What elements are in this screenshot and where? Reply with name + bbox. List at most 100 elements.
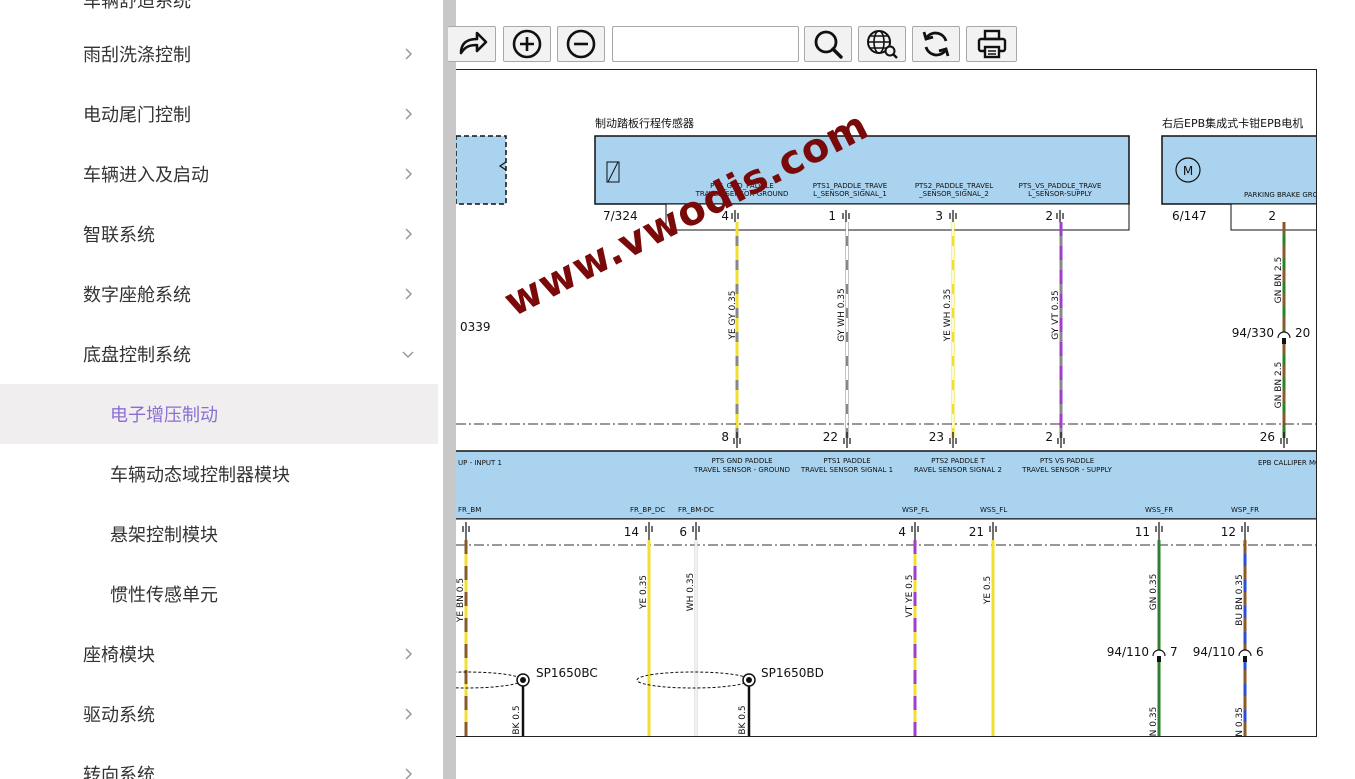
pin-number: 8 (721, 430, 729, 444)
redo-button[interactable] (448, 26, 496, 62)
sidebar-item-label: 底盘控制系统 (83, 345, 191, 366)
splice-id: 94/330 (1232, 326, 1274, 340)
control-module-box (456, 450, 1316, 520)
sidebar-item-tailgate[interactable]: 电动尾门控制 (0, 84, 438, 144)
pin-number: 12 (1221, 525, 1236, 539)
wire-label: GN BN 2.5 (1274, 257, 1284, 304)
pin-number: 2 (1268, 209, 1276, 223)
pin-label-top: PTS2_PADDLE_TRAVEL (915, 182, 993, 190)
wire-label: GN 0.35 (1149, 574, 1159, 611)
redo-icon (459, 31, 487, 55)
sidebar-item-steering[interactable]: 转向系统 (0, 744, 438, 779)
bottom-pin-name: FR_BM-DC (678, 506, 714, 514)
sensor-title: 制动踏板行程传感器 (595, 116, 694, 130)
left-component-fragment (456, 135, 507, 205)
pin-label-bot: TRAVEL SENSOR - GROUND (693, 466, 790, 474)
sidebar-item-label: 悬架控制模块 (110, 525, 218, 546)
chevron-right-icon (405, 768, 413, 779)
print-button[interactable] (966, 26, 1017, 62)
sidebar-item-connected[interactable]: 智联系统 (0, 204, 438, 264)
splice-name: SP1650BD (761, 666, 824, 680)
sidebar-subitem-vdc[interactable]: 车辆动态域控制器模块 (0, 444, 438, 504)
bottom-pin-name: FR_BM (458, 506, 481, 514)
bottom-pin-name: WSP_FR (1231, 506, 1259, 514)
sidebar-item-cockpit[interactable]: 数字座舱系统 (0, 264, 438, 324)
sidebar-subitem-suspension[interactable]: 悬架控制模块 (0, 504, 438, 564)
splice-id: 94/110 (1193, 645, 1235, 659)
sidebar-item-wiper[interactable]: 雨刮洗涤控制 (0, 24, 438, 84)
chevron-right-icon (405, 108, 413, 120)
splice-num: 6 (1256, 645, 1264, 659)
sidebar-item-label: 电子增压制动 (110, 405, 218, 426)
pin-number: 2 (1045, 209, 1053, 223)
pin-label-bot: TRAVEL SENSOR - SUPPLY (1021, 466, 1112, 474)
bottom-pin-name: WSS_FL (980, 506, 1007, 514)
wire-label: GN BN 2.5 (1274, 362, 1284, 409)
sidebar-subitem-imu[interactable]: 惯性传感单元 (0, 564, 438, 624)
pin-label-top: PTS_VS_PADDLE_TRAVE (1019, 182, 1102, 190)
sidebar-item-label: 转向系统 (83, 765, 155, 779)
chevron-right-icon (405, 288, 413, 300)
sidebar-item-label: 驱动系统 (83, 705, 155, 726)
pin-label-top: PTS1_PADDLE_TRAVE (813, 182, 887, 190)
conn-label-339: 0339 (460, 320, 491, 334)
chevron-down-icon (402, 351, 414, 359)
wire-label: YE WH 0.35 (943, 289, 953, 343)
sidebar-splitter[interactable] (443, 0, 456, 779)
sidebar-item-label: 雨刮洗涤控制 (83, 45, 191, 66)
wire-label: WH 0.35 (686, 573, 696, 612)
pin-label-bot: _SENSOR_SIGNAL_2 (918, 190, 989, 198)
splice-num: 20 (1295, 326, 1310, 340)
pin-number: 11 (1135, 525, 1150, 539)
pin-number: 22 (823, 430, 838, 444)
sidebar-item-label: 车辆进入及启动 (83, 165, 209, 186)
wire-label: YE 0.5 (983, 576, 993, 605)
pin-number: 14 (624, 525, 639, 539)
global-search-button[interactable] (858, 26, 906, 62)
search-input[interactable] (612, 26, 799, 62)
bottom-pin-name: WSP_FL (902, 506, 929, 514)
epb-title: 右后EPB集成式卡钳EPB电机 (1162, 116, 1303, 130)
chevron-right-icon (405, 168, 413, 180)
sidebar-item-label: 车辆舒适系统 (83, 0, 191, 12)
pin-number: 2 (1045, 430, 1053, 444)
pin-label-bot: TRAVEL SENSOR SIGNAL 1 (800, 466, 893, 474)
wire-label: GY WH 0.35 (837, 288, 847, 341)
wire-label: BU BN 0.35 (1235, 574, 1245, 625)
sidebar-item-entry-start[interactable]: 车辆进入及启动 (0, 144, 438, 204)
refresh-button[interactable] (912, 26, 960, 62)
wire-label: BN 0.35 (1235, 707, 1245, 736)
sidebar-item-chassis[interactable]: 底盘控制系统 (0, 324, 438, 384)
bottom-pin-name: WSS_FR (1145, 506, 1173, 514)
pin-number: 3 (935, 209, 943, 223)
sidebar-subitem-ebooster[interactable]: 电子增压制动 (0, 384, 438, 444)
search-button[interactable] (804, 26, 852, 62)
motor-symbol: M (1183, 164, 1193, 178)
epb-pin-label: PARKING BRAKE GRO (1244, 191, 1316, 199)
zoom-in-button[interactable] (503, 26, 551, 62)
zoom-out-button[interactable] (557, 26, 605, 62)
chevron-right-icon (405, 48, 413, 60)
pin-label-top: PTS VS PADDLE (1040, 457, 1094, 465)
pin-number: 6 (679, 525, 687, 539)
minus-circle-icon (566, 29, 596, 59)
wire-label: YE GY 0.35 (728, 291, 738, 341)
pin-number: 21 (969, 525, 984, 539)
plus-circle-icon (512, 29, 542, 59)
pin-label-top: PTS GND PADDLE (711, 457, 772, 465)
module-left-label: UP - INPUT 1 (458, 459, 502, 467)
chevron-right-icon (405, 648, 413, 660)
sidebar-item-seat[interactable]: 座椅模块 (0, 624, 438, 684)
sidebar-item-label: 座椅模块 (83, 645, 155, 666)
sidebar-item-label: 惯性传感单元 (110, 585, 218, 606)
bottom-pin-name: FR_BP_DC (630, 506, 665, 514)
pin-label-bot: RAVEL SENSOR SIGNAL 2 (914, 466, 1002, 474)
wiring-diagram-canvas[interactable]: 0339 制动踏板行程传感器 7/324 PTS_GND_PADDLE TRAV… (456, 69, 1317, 737)
sidebar-item-label: 电动尾门控制 (83, 105, 191, 126)
pin-number: 26 (1260, 430, 1275, 444)
splice-name: SP1650BC (536, 666, 598, 680)
sidebar-item-drive[interactable]: 驱动系统 (0, 684, 438, 744)
pin-number: 1 (828, 209, 836, 223)
splice-id: 94/110 (1107, 645, 1149, 659)
chevron-right-icon (405, 708, 413, 720)
